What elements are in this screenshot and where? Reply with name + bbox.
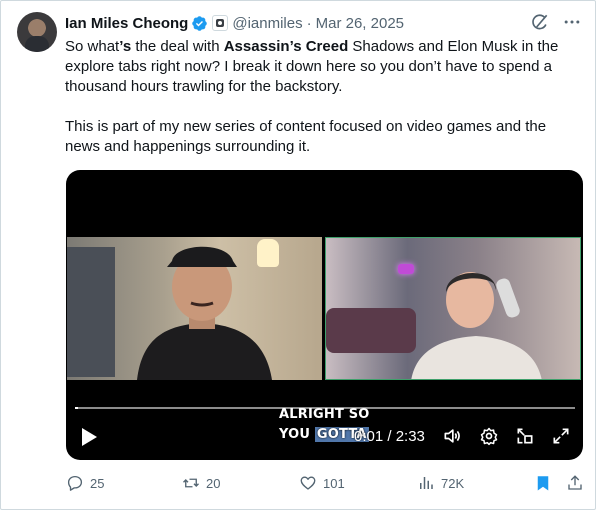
avatar[interactable] — [17, 12, 57, 52]
tweet-header: Ian Miles Cheong @ianmiles · Mar 26, 202… — [65, 12, 404, 34]
like-icon — [300, 476, 316, 490]
volume-icon[interactable] — [442, 426, 462, 446]
action-bar: 25 20 101 72K — [66, 474, 586, 494]
reply-button[interactable]: 25 — [66, 474, 104, 492]
views-icon — [420, 477, 433, 489]
author-name[interactable]: Ian Miles Cheong — [65, 15, 188, 32]
tweet-paragraph-2: This is part of my new series of content… — [65, 118, 547, 155]
video-player[interactable]: ALRIGHT SO YOU GOTTA 0:01 / 2:33 — [66, 170, 583, 460]
text-part-bold: ’s — [119, 38, 132, 55]
picture-in-picture-icon[interactable] — [515, 426, 535, 446]
separator-dot: · — [306, 14, 312, 32]
video-progress-fill — [75, 407, 79, 409]
video-frame-right — [325, 237, 581, 380]
top-actions — [530, 12, 582, 32]
reply-icon — [67, 475, 83, 491]
video-time: 0:01 / 2:33 — [354, 428, 425, 445]
tweet-text: So what’s the deal with Assassin’s Creed… — [65, 37, 580, 157]
bookmark-button[interactable] — [534, 474, 552, 492]
share-button[interactable] — [566, 474, 584, 492]
share-icon — [568, 475, 582, 490]
affiliate-badge-icon[interactable] — [212, 15, 229, 31]
more-icon[interactable] — [562, 12, 582, 32]
caption-text: YOU — [279, 427, 315, 442]
views-button[interactable]: 72K — [417, 474, 464, 492]
video-progress-bar[interactable] — [75, 407, 575, 409]
settings-icon[interactable] — [479, 426, 499, 446]
view-count: 72K — [441, 475, 465, 491]
repost-count: 20 — [206, 475, 221, 491]
grok-icon[interactable] — [530, 12, 550, 32]
verified-badge-icon — [192, 15, 208, 31]
text-part: So what — [65, 38, 120, 55]
repost-button[interactable]: 20 — [182, 474, 220, 492]
like-count: 101 — [323, 475, 345, 491]
tweet-paragraph-1: So what’s the deal with Assassin’s Creed… — [65, 37, 580, 97]
reply-count: 25 — [90, 475, 105, 491]
fullscreen-icon[interactable] — [551, 426, 571, 446]
video-frame-left — [67, 237, 322, 380]
text-part: the deal with — [131, 38, 224, 55]
like-button[interactable]: 101 — [299, 474, 345, 492]
text-part-bold: Assassin’s Creed — [223, 38, 349, 55]
bookmark-icon — [537, 476, 549, 491]
play-icon[interactable] — [80, 427, 98, 447]
author-handle[interactable]: @ianmiles — [232, 15, 302, 32]
repost-icon — [183, 478, 199, 488]
post-date[interactable]: Mar 26, 2025 — [316, 15, 404, 32]
